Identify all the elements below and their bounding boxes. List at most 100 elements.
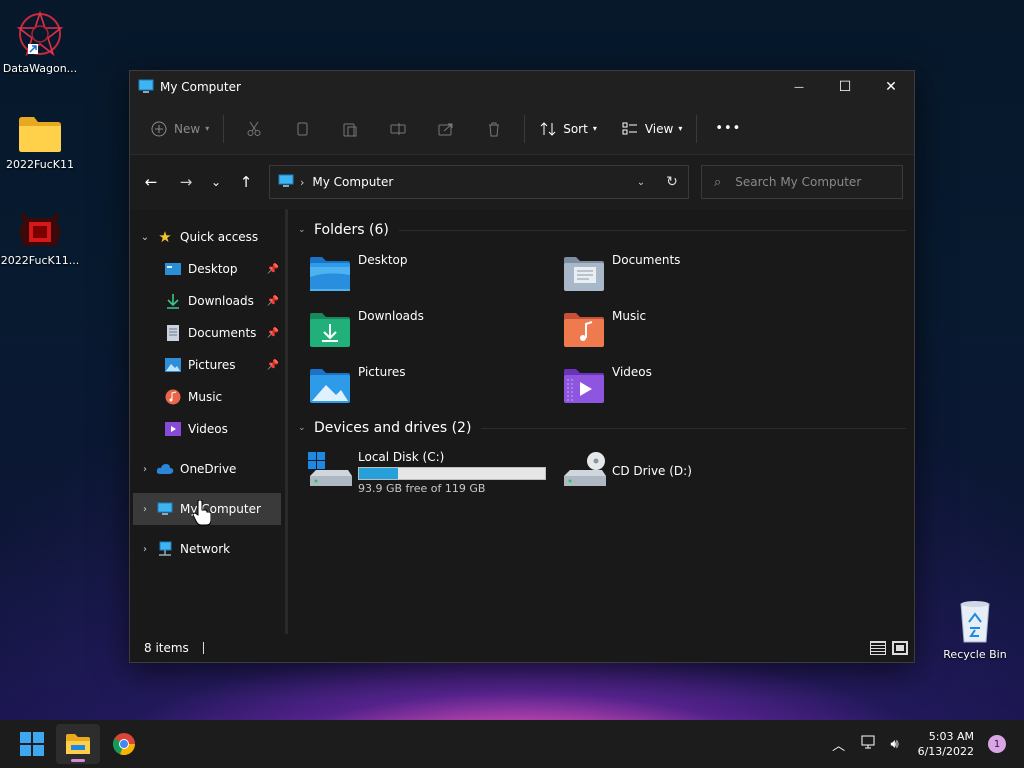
clock-date: 6/13/2022 xyxy=(917,745,974,758)
view-button[interactable]: View ▾ xyxy=(613,112,691,146)
file-explorer-window: My Computer — ☐ ✕ New ▾ Sort ▾ View ▾ ••… xyxy=(129,70,915,663)
notification-badge[interactable]: 1 xyxy=(988,735,1006,753)
pictures-folder-icon xyxy=(310,369,350,403)
sort-button[interactable]: Sort ▾ xyxy=(531,112,605,146)
sidebar-item-quick-access[interactable]: ⌄ ★ Quick access xyxy=(130,221,285,253)
drive-tile-c[interactable]: Local Disk (C:) 93.9 GB free of 119 GB xyxy=(308,447,562,497)
clock-time: 5:03 AM xyxy=(928,730,974,743)
sidebar-item-documents[interactable]: Documents 📌 xyxy=(130,317,285,349)
search-placeholder: Search My Computer xyxy=(735,175,862,189)
more-options-button[interactable]: ••• xyxy=(707,112,749,146)
videos-folder-icon xyxy=(564,369,604,403)
group-header-drives[interactable]: ⌄ Devices and drives (2) xyxy=(296,415,906,441)
folder-tile-pictures[interactable]: Pictures xyxy=(308,359,562,411)
chrome-icon xyxy=(112,733,136,756)
documents-folder-icon xyxy=(564,257,604,291)
taskbar-chrome[interactable] xyxy=(102,724,146,764)
arrow-left-icon: ← xyxy=(144,173,158,191)
close-button[interactable]: ✕ xyxy=(868,71,914,103)
clock[interactable]: 5:03 AM 6/13/2022 xyxy=(918,729,974,759)
status-bar: 8 items xyxy=(130,634,914,662)
maximize-button[interactable]: ☐ xyxy=(822,71,868,103)
rename-button[interactable] xyxy=(374,112,422,146)
chevron-down-icon: ⌄ xyxy=(298,225,306,235)
minimize-button[interactable]: — xyxy=(776,71,822,103)
divider xyxy=(481,427,906,429)
folder-tile-videos[interactable]: Videos xyxy=(562,359,816,411)
refresh-icon[interactable]: ↻ xyxy=(656,174,688,190)
sidebar-item-music[interactable]: Music xyxy=(130,381,285,413)
sidebar-item-videos[interactable]: Videos xyxy=(130,413,285,445)
chevron-right-icon[interactable]: › xyxy=(134,544,156,555)
drive-tile-d[interactable]: CD Drive (D:) xyxy=(562,447,816,497)
folder-name: Videos xyxy=(612,365,652,379)
forward-button[interactable]: → xyxy=(171,167,201,197)
desktop-icon-label: 2022FucK11... xyxy=(0,254,80,267)
navigation-pane: ⌄ ★ Quick access Desktop 📌 Downloads 📌 D… xyxy=(130,209,288,635)
address-bar[interactable]: › My Computer ⌄ ↻ xyxy=(269,165,689,199)
group-title: Devices and drives (2) xyxy=(314,420,472,436)
desktop-icon-app[interactable]: 2022FucK11... xyxy=(0,200,80,267)
sidebar-item-network[interactable]: › Network xyxy=(130,533,285,565)
chevron-right-icon[interactable]: › xyxy=(134,464,156,475)
desktop-icon-datawagon[interactable]: DataWagon... xyxy=(0,8,80,75)
divider xyxy=(524,114,526,143)
desktop-icon-recycle-bin[interactable]: Recycle Bin xyxy=(935,594,1015,661)
breadcrumb[interactable]: My Computer xyxy=(312,175,393,189)
large-icons-view-button[interactable] xyxy=(892,641,908,655)
video-icon xyxy=(164,420,182,438)
title-bar[interactable]: My Computer — ☐ ✕ xyxy=(130,71,914,103)
chevron-right-icon[interactable]: › xyxy=(134,504,156,515)
share-button[interactable] xyxy=(422,112,470,146)
group-header-folders[interactable]: ⌄ Folders (6) xyxy=(296,217,906,243)
star-icon: ★ xyxy=(158,228,172,246)
music-icon xyxy=(164,388,182,406)
taskbar: ︿ 🔊︎ 5:03 AM 6/13/2022 1 xyxy=(0,720,1024,768)
pin-icon[interactable]: 📌 xyxy=(267,296,279,307)
pin-icon[interactable]: 📌 xyxy=(267,360,279,371)
sidebar-item-onedrive[interactable]: › OneDrive xyxy=(130,453,285,485)
chevron-up-icon[interactable]: ︿ xyxy=(826,735,852,754)
copy-button[interactable] xyxy=(278,112,326,146)
folder-name: Pictures xyxy=(358,365,406,379)
chevron-down-icon[interactable]: ⌄ xyxy=(134,232,156,243)
folder-name: Documents xyxy=(612,253,681,267)
new-button[interactable]: New ▾ xyxy=(142,112,217,146)
desktop-icon-label: Recycle Bin xyxy=(943,648,1007,661)
paste-button[interactable] xyxy=(326,112,374,146)
cut-button[interactable] xyxy=(230,112,278,146)
folder-tile-desktop[interactable]: Desktop xyxy=(308,247,562,299)
search-input[interactable]: ⌕ Search My Computer xyxy=(701,165,903,199)
chevron-down-icon: ▾ xyxy=(205,124,210,133)
chevron-down-icon: ⌄ xyxy=(210,175,222,189)
recent-locations-button[interactable]: ⌄ xyxy=(201,167,231,197)
taskbar-file-explorer[interactable] xyxy=(56,724,100,764)
details-view-button[interactable] xyxy=(870,641,886,655)
view-label: View xyxy=(644,121,674,136)
folder-tile-downloads[interactable]: Downloads xyxy=(308,303,562,355)
sidebar-item-desktop[interactable]: Desktop 📌 xyxy=(130,253,285,285)
sidebar-item-label: OneDrive xyxy=(180,462,237,476)
drive-usage-fill xyxy=(359,467,399,479)
pin-icon[interactable]: 📌 xyxy=(267,264,279,275)
back-button[interactable]: ← xyxy=(136,167,166,197)
volume-icon[interactable]: 🔊︎ xyxy=(882,737,908,752)
desktop-icon-folder[interactable]: 2022FucK11 xyxy=(0,104,80,171)
sort-label: Sort xyxy=(563,121,588,136)
network-status-icon[interactable] xyxy=(856,735,882,753)
address-dropdown-button[interactable]: ⌄ xyxy=(626,177,656,188)
pin-icon[interactable]: 📌 xyxy=(267,328,279,339)
more-icon: ••• xyxy=(715,121,742,136)
delete-button[interactable] xyxy=(470,112,518,146)
folder-tile-music[interactable]: Music xyxy=(562,303,816,355)
sidebar-item-label: Quick access xyxy=(180,230,259,244)
desktop-folder-icon xyxy=(310,257,350,291)
folder-tile-documents[interactable]: Documents xyxy=(562,247,816,299)
new-label: New xyxy=(174,121,201,136)
sidebar-item-pictures[interactable]: Pictures 📌 xyxy=(130,349,285,381)
up-button[interactable]: ↑ xyxy=(231,167,261,197)
sidebar-item-downloads[interactable]: Downloads 📌 xyxy=(130,285,285,317)
start-button[interactable] xyxy=(10,724,54,764)
folder-grid: Desktop Documents Downloads Music Pictur… xyxy=(308,247,906,411)
